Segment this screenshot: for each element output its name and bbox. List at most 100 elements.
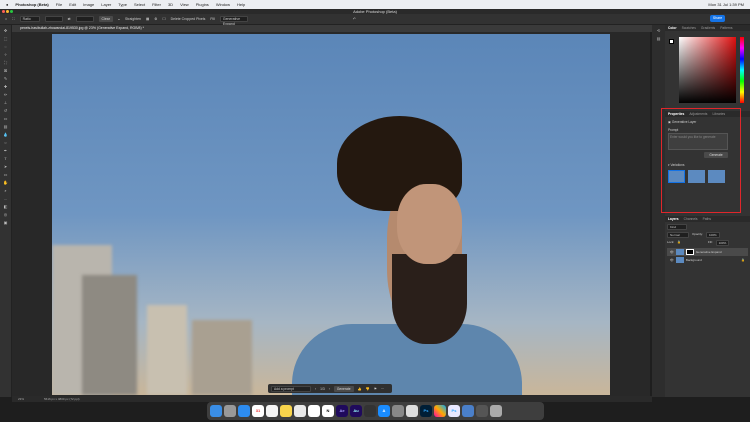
eyedropper-tool-icon[interactable]: ✎: [3, 76, 9, 81]
path-select-icon[interactable]: ➤: [3, 164, 9, 169]
thumbs-up-icon[interactable]: 👍: [358, 387, 362, 391]
menu-select[interactable]: Select: [134, 2, 145, 7]
menu-view[interactable]: View: [180, 2, 189, 7]
lock-icon[interactable]: 🔒: [677, 240, 681, 246]
width-field[interactable]: [44, 16, 63, 22]
ratio-select[interactable]: Ratio: [19, 16, 40, 22]
straighten-label[interactable]: Straighten: [125, 17, 141, 21]
dock-safari[interactable]: [238, 405, 250, 417]
history-icon[interactable]: ⟲: [656, 28, 662, 33]
reset-icon[interactable]: ↶: [353, 17, 356, 21]
menu-file[interactable]: File: [56, 2, 62, 7]
close-icon[interactable]: [2, 10, 5, 13]
document-canvas[interactable]: [52, 34, 610, 395]
delete-cropped-checkbox[interactable]: ☐: [162, 17, 165, 21]
foreground-swatch[interactable]: [669, 39, 674, 44]
zoom-level[interactable]: 23%: [18, 396, 24, 402]
share-button[interactable]: Share: [710, 15, 725, 22]
libraries-icon[interactable]: ▤: [656, 36, 662, 41]
menu-edit[interactable]: Edit: [69, 2, 76, 7]
dock-final-cut[interactable]: [364, 405, 376, 417]
prompt-input[interactable]: Add a prompt: [271, 385, 311, 392]
settings-icon[interactable]: ⚙: [154, 17, 157, 21]
layer-filter-select[interactable]: Kind: [667, 224, 687, 230]
fill-field[interactable]: 100%: [715, 240, 730, 246]
frame-tool-icon[interactable]: ⊠: [3, 68, 9, 73]
color-swatches-icon[interactable]: ◧: [3, 204, 9, 209]
swap-icon[interactable]: ⇄: [68, 17, 71, 21]
dock-settings[interactable]: [392, 405, 404, 417]
hue-slider[interactable]: [740, 37, 744, 103]
layer-row[interactable]: 👁 Background 🔒: [667, 256, 748, 264]
menu-window[interactable]: Window: [216, 2, 230, 7]
dock-photoshop[interactable]: Ps: [420, 405, 432, 417]
height-field[interactable]: [75, 16, 94, 22]
tab-channels[interactable]: Channels: [684, 216, 698, 222]
healing-tool-icon[interactable]: ✚: [3, 84, 9, 89]
document-size[interactable]: 5616 px x 4800 px (72 ppi): [44, 396, 80, 402]
marquee-tool-icon[interactable]: ⬚: [3, 36, 9, 41]
dock-notes[interactable]: [280, 405, 292, 417]
tab-paths[interactable]: Paths: [703, 216, 711, 222]
menu-layer[interactable]: Layer: [101, 2, 111, 7]
blend-mode-select[interactable]: Normal: [667, 232, 689, 238]
menu-image[interactable]: Image: [83, 2, 94, 7]
apple-icon[interactable]: ●: [6, 2, 8, 7]
blur-tool-icon[interactable]: 💧: [3, 132, 9, 137]
grid-icon[interactable]: ▦: [146, 17, 149, 21]
straighten-icon[interactable]: ◒: [118, 17, 120, 21]
visibility-icon[interactable]: 👁: [670, 250, 674, 254]
dock-calendar[interactable]: 31: [252, 405, 264, 417]
maximize-icon[interactable]: [10, 10, 13, 13]
layer-row[interactable]: 👁 Generative Expand: [667, 248, 748, 256]
menu-app[interactable]: Photoshop (Beta): [15, 2, 48, 7]
select-tool-icon[interactable]: ✧: [3, 52, 9, 57]
dock-finder[interactable]: [210, 405, 222, 417]
history-brush-icon[interactable]: ↺: [3, 108, 9, 113]
dock-app-store[interactable]: A: [378, 405, 390, 417]
menu-help[interactable]: Help: [237, 2, 245, 7]
dock-audition[interactable]: Au: [350, 405, 362, 417]
zoom-tool-icon[interactable]: ⌕: [3, 188, 9, 193]
stamp-tool-icon[interactable]: ⊥: [3, 100, 9, 105]
brush-tool-icon[interactable]: ✏: [3, 92, 9, 97]
menu-type[interactable]: Type: [118, 2, 127, 7]
next-variation-icon[interactable]: ›: [329, 387, 330, 391]
screen-mode-icon[interactable]: ▣: [3, 220, 9, 225]
gradient-tool-icon[interactable]: ▤: [3, 124, 9, 129]
tab-layers[interactable]: Layers: [668, 216, 679, 222]
type-tool-icon[interactable]: T: [3, 156, 9, 161]
dock-trash[interactable]: [490, 405, 502, 417]
pen-tool-icon[interactable]: ✒: [3, 148, 9, 153]
menu-3d[interactable]: 3D: [168, 2, 173, 7]
move-tool-icon[interactable]: ✥: [3, 28, 9, 33]
menu-plugins[interactable]: Plugins: [196, 2, 209, 7]
fill-select[interactable]: Generative Expand: [219, 16, 248, 26]
dodge-tool-icon[interactable]: ○: [3, 140, 9, 145]
dock-notion[interactable]: N: [322, 405, 334, 417]
lasso-tool-icon[interactable]: ◌: [3, 44, 9, 49]
shape-tool-icon[interactable]: ▭: [3, 172, 9, 177]
clear-button[interactable]: Clear: [98, 16, 113, 22]
visibility-icon[interactable]: 👁: [670, 258, 674, 262]
color-field[interactable]: [679, 37, 736, 103]
crop-tool-icon[interactable]: ⛶: [3, 60, 9, 65]
dock-photoshop-beta[interactable]: Ps: [448, 405, 460, 417]
generate-button[interactable]: Generate: [333, 385, 354, 392]
crop-icon[interactable]: ⛶: [12, 17, 14, 21]
dock-photos[interactable]: [434, 405, 446, 417]
dock-launchpad[interactable]: [224, 405, 236, 417]
document-tab[interactable]: pexels-hasibullah-zhowandai-819530.jpg @…: [12, 25, 652, 32]
flag-icon[interactable]: ⚑: [374, 387, 377, 391]
dock-mixer[interactable]: [406, 405, 418, 417]
dock-reminders[interactable]: [266, 405, 278, 417]
thumbs-down-icon[interactable]: 👎: [366, 387, 370, 391]
opacity-field[interactable]: 100%: [706, 232, 720, 238]
more-tools-icon[interactable]: …: [3, 196, 9, 201]
menu-filter[interactable]: Filter: [152, 2, 161, 7]
hand-tool-icon[interactable]: ✋: [3, 180, 9, 185]
dock-downloads[interactable]: [476, 405, 488, 417]
dock-chrome[interactable]: [294, 405, 306, 417]
dock-after-effects[interactable]: Ae: [336, 405, 348, 417]
quick-mask-icon[interactable]: ◎: [3, 212, 9, 217]
